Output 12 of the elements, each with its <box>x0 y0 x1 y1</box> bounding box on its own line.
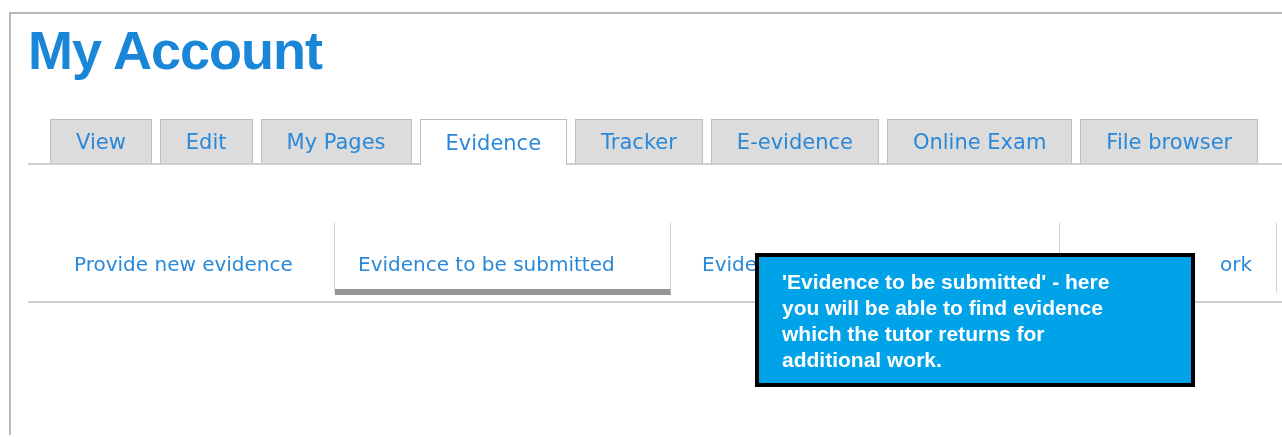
page-title: My Account <box>27 19 324 82</box>
tab[interactable]: File browser <box>1080 119 1259 163</box>
tab[interactable]: Tracker <box>575 119 703 163</box>
tab[interactable]: Edit <box>159 119 253 163</box>
subtab[interactable]: Provide new evidence <box>28 223 335 295</box>
tab[interactable]: Evidence <box>419 119 568 165</box>
tab[interactable]: View <box>50 119 152 163</box>
tab[interactable]: Online Exam <box>886 119 1073 163</box>
subtab[interactable]: Evidence to be submitted <box>335 223 671 295</box>
tab[interactable]: My Pages <box>260 119 412 163</box>
tab[interactable]: E-evidence <box>710 119 879 163</box>
callout-tooltip: 'Evidence to be submitted' - here you will be able to find evidence which the tutor returns for additional work. <box>755 253 1195 387</box>
